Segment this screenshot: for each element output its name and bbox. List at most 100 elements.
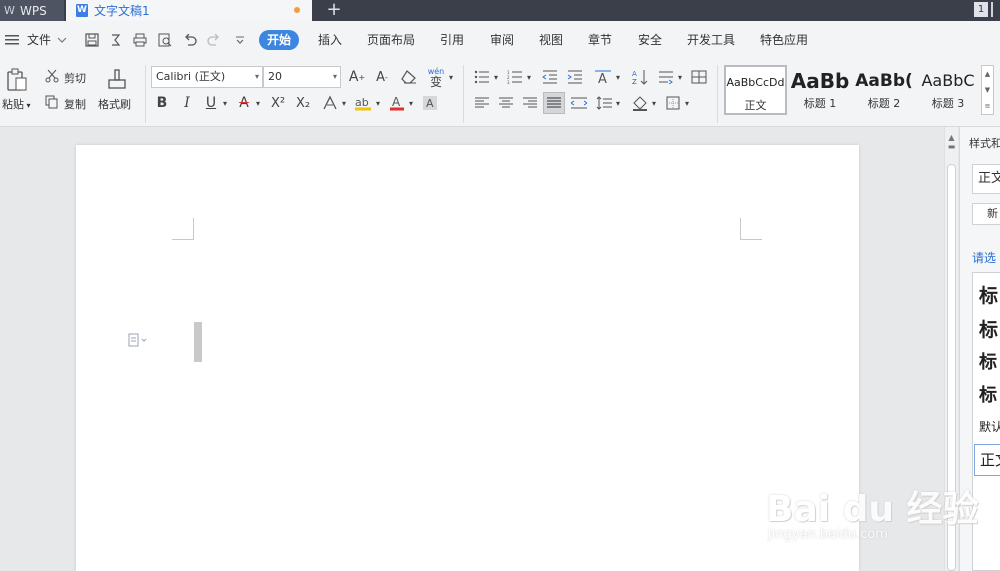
chevron-down-icon[interactable]: ▾	[492, 71, 500, 83]
scissors-icon[interactable]	[44, 68, 60, 84]
style-list-item[interactable]: 默认	[979, 418, 1000, 435]
style-list-item[interactable]: 标	[979, 381, 997, 407]
strikethrough-button[interactable]: A	[234, 93, 254, 113]
superscript-button[interactable]: X²	[267, 93, 289, 113]
hamburger-icon[interactable]	[4, 32, 20, 48]
chevron-down-icon[interactable]: ▾	[374, 97, 382, 109]
scroll-up-icon[interactable]: ▲ ▬	[947, 133, 956, 151]
new-tab-button[interactable]: +	[322, 0, 346, 21]
paragraph-options-icon[interactable]	[128, 333, 148, 350]
document-page[interactable]	[76, 145, 859, 571]
expand-gallery-icon[interactable]: ≡	[985, 102, 991, 110]
align-center-icon[interactable]	[496, 93, 516, 113]
tab-section[interactable]: 章节	[584, 21, 616, 59]
tab-home[interactable]: 开始	[259, 30, 300, 50]
grow-font-icon[interactable]: A +	[347, 67, 367, 87]
tab-developer-tools[interactable]: 开发工具	[683, 21, 739, 59]
chevron-down-icon[interactable]: ▾	[614, 97, 622, 109]
shrink-font-icon[interactable]: A-	[372, 67, 392, 87]
style-gallery-scroll[interactable]: ▲ ▼ ≡	[981, 65, 994, 115]
tab-page-layout[interactable]: 页面布局	[364, 21, 418, 59]
chevron-up-icon[interactable]: ▲	[985, 70, 990, 78]
font-size-select[interactable]: 20 ▾	[263, 66, 341, 88]
character-shading-icon[interactable]: A	[420, 93, 440, 113]
distributed-align-icon[interactable]	[569, 93, 589, 113]
document-tab[interactable]: W 文字文稿1	[66, 0, 312, 21]
copy-button[interactable]: 复制	[64, 96, 86, 112]
text-direction-icon[interactable]: A	[592, 67, 614, 87]
chevron-down-icon[interactable]	[54, 32, 70, 48]
italic-button[interactable]: I	[177, 93, 197, 113]
format-painter-button[interactable]: 格式刷	[98, 96, 131, 112]
text-effect-icon[interactable]	[320, 93, 340, 113]
style-list-item[interactable]: 标	[979, 315, 998, 342]
clear-format-icon[interactable]	[399, 67, 419, 87]
borders-icon[interactable]	[663, 93, 683, 113]
chevron-down-icon[interactable]: ▾	[407, 97, 415, 109]
sort-icon[interactable]: AZ	[630, 67, 650, 87]
bullet-list-icon[interactable]	[472, 67, 492, 87]
line-spacing-icon[interactable]	[594, 93, 614, 113]
chevron-down-icon[interactable]: ▾	[683, 97, 691, 109]
filter-styles-link[interactable]: 请选	[972, 249, 996, 266]
justify-icon[interactable]	[543, 92, 565, 114]
style-heading-1[interactable]: AaBb 标题 1	[789, 65, 851, 115]
align-left-icon[interactable]	[472, 93, 492, 113]
chevron-down-icon[interactable]: ▾	[676, 71, 684, 83]
chevron-down-icon[interactable]: ▾	[614, 71, 622, 83]
tab-references[interactable]: 引用	[436, 21, 468, 59]
undo-icon[interactable]	[182, 32, 198, 48]
align-right-icon[interactable]	[520, 93, 540, 113]
font-color-icon[interactable]: A	[387, 93, 407, 113]
wps-app-tab[interactable]: W WPS	[0, 0, 64, 21]
underline-button[interactable]: U	[201, 93, 221, 113]
shading-icon[interactable]	[630, 93, 650, 113]
highlight-icon[interactable]: ab	[352, 93, 374, 113]
line-spacing-options-icon[interactable]	[656, 67, 676, 87]
tab-view[interactable]: 视图	[535, 21, 567, 59]
font-name-select[interactable]: Calibri (正文) ▾	[151, 66, 263, 88]
save-icon[interactable]	[84, 32, 100, 48]
tab-special-features[interactable]: 特色应用	[756, 21, 812, 59]
subscript-button[interactable]: X₂	[292, 93, 314, 113]
print-preview-icon[interactable]	[157, 32, 173, 48]
chevron-down-icon[interactable]: ▾	[340, 97, 348, 109]
window-switch-icon[interactable]	[991, 2, 1000, 17]
style-normal[interactable]: AaBbCcDd 正文	[724, 65, 787, 115]
baidu-watermark: Bai du 经验 jingyan.baidu.com	[760, 470, 979, 560]
style-list-item[interactable]: 标	[979, 281, 998, 308]
redo-icon[interactable]	[206, 32, 222, 48]
chevron-down-icon[interactable]: ▼	[985, 86, 990, 94]
tab-security[interactable]: 安全	[634, 21, 666, 59]
output-icon[interactable]	[108, 32, 124, 48]
chevron-down-icon[interactable]: ▾	[650, 97, 658, 109]
table-tab-icon[interactable]	[689, 67, 709, 87]
current-style-field[interactable]: 正文	[972, 164, 1000, 194]
style-heading-3[interactable]: AaBbC 标题 3	[917, 65, 979, 115]
paste-icon[interactable]	[4, 67, 30, 93]
file-menu[interactable]: 文件	[24, 21, 54, 59]
style-heading-2[interactable]: AaBb( 标题 2	[853, 65, 915, 115]
customize-quick-access-icon[interactable]	[232, 32, 248, 48]
format-painter-icon[interactable]	[104, 67, 130, 93]
new-style-button[interactable]: 新	[972, 203, 1000, 225]
chevron-down-icon[interactable]: ▾	[525, 71, 533, 83]
phonetic-guide-icon[interactable]: wén 变	[425, 65, 447, 89]
window-count-badge[interactable]: 1	[974, 2, 988, 17]
style-list-item-selected[interactable]: 正文	[974, 444, 1000, 476]
paste-button[interactable]: 粘贴 ▾	[2, 96, 31, 112]
tab-review[interactable]: 审阅	[486, 21, 518, 59]
style-list-item[interactable]: 标	[979, 348, 997, 374]
chevron-down-icon[interactable]: ▾	[254, 97, 262, 109]
cut-button[interactable]: 剪切	[64, 70, 86, 86]
increase-indent-icon[interactable]	[565, 67, 585, 87]
chevron-down-icon[interactable]: ▾	[221, 97, 229, 109]
svg-text:A: A	[392, 95, 401, 109]
tab-insert[interactable]: 插入	[314, 21, 346, 59]
bold-button[interactable]: B	[152, 93, 172, 113]
numbered-list-icon[interactable]: 123	[505, 67, 525, 87]
print-icon[interactable]	[132, 32, 148, 48]
chevron-down-icon[interactable]: ▾	[447, 71, 455, 83]
decrease-indent-icon[interactable]	[540, 67, 560, 87]
copy-icon[interactable]	[44, 94, 60, 110]
